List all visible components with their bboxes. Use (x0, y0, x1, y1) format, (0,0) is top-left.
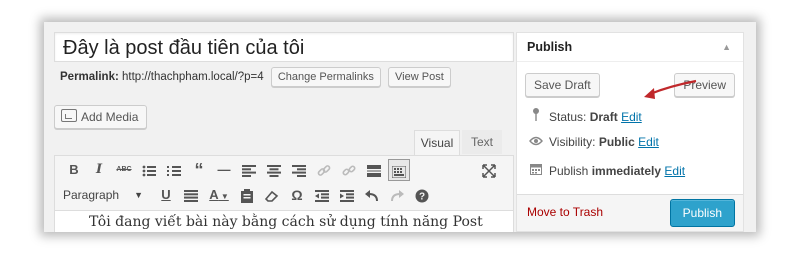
visibility-label: Visibility: (549, 135, 596, 149)
link-icon[interactable] (313, 159, 335, 181)
calendar-icon (529, 163, 543, 178)
publish-box-header: Publish ▲ (517, 33, 743, 62)
numbered-list-icon[interactable] (163, 159, 185, 181)
indent-icon[interactable] (336, 184, 358, 206)
redo-icon[interactable] (386, 184, 408, 206)
permalink-label: Permalink: (60, 71, 119, 84)
eraser-icon[interactable] (261, 184, 283, 206)
underline-icon[interactable]: U (155, 184, 177, 206)
special-character-icon[interactable]: Ω (286, 184, 308, 206)
align-center-icon[interactable] (263, 159, 285, 181)
annotation-arrow-icon (644, 79, 697, 99)
visibility-value: Public (598, 135, 635, 149)
eye-icon (529, 135, 543, 149)
strikethrough-icon[interactable]: ABC (113, 159, 135, 181)
horizontal-line-icon[interactable]: — (213, 159, 235, 181)
tab-visual[interactable]: Visual (414, 130, 460, 155)
pin-icon (529, 107, 543, 124)
add-media-button[interactable]: Add Media (54, 105, 148, 129)
schedule-edit-link[interactable]: Edit (664, 164, 685, 178)
text-color-icon[interactable]: A ▼ (205, 184, 233, 206)
fullscreen-icon[interactable] (478, 159, 500, 181)
unlink-icon[interactable] (338, 159, 360, 181)
publish-box-footer: Move to Trash Publish (517, 194, 743, 231)
editor-screen: Đây là post đầu tiên của tôi Permalink: … (44, 22, 756, 232)
status-edit-link[interactable]: Edit (621, 110, 642, 124)
publish-button[interactable]: Publish (669, 199, 735, 227)
tab-text[interactable]: Text (462, 130, 502, 154)
media-icon (61, 109, 77, 122)
undo-icon[interactable] (361, 184, 383, 206)
read-more-icon[interactable] (363, 159, 385, 181)
help-glyph: ? (419, 191, 425, 202)
status-label: Status: (549, 110, 587, 124)
status-value: Draft (589, 110, 618, 124)
move-to-trash-link[interactable]: Move to Trash (527, 205, 603, 219)
bullet-list-icon[interactable] (138, 159, 160, 181)
outdent-icon[interactable] (311, 184, 333, 206)
post-title-input[interactable]: Đây là post đầu tiên của tôi (54, 32, 514, 62)
add-media-label: Add Media (81, 110, 139, 124)
format-select[interactable]: Paragraph ▼ (63, 184, 149, 206)
permalink-url: http://thachpham.local/?p=4 (122, 71, 264, 84)
collapse-toggle-icon[interactable]: ▲ (722, 33, 731, 61)
publish-box: Publish ▲ Save Draft Preview Status: Dra… (516, 32, 744, 232)
chevron-down-icon: ▼ (134, 190, 143, 200)
bold-icon[interactable]: B (63, 159, 85, 181)
align-right-icon[interactable] (288, 159, 310, 181)
change-permalinks-button[interactable]: Change Permalinks (270, 67, 381, 87)
schedule-row: Publish immediately Edit (529, 163, 685, 178)
align-left-icon[interactable] (238, 159, 260, 181)
post-editor: B I ABC “ — Paragraph ▼ U A ▼ Ω ? Tôi đa… (54, 155, 514, 232)
blockquote-icon[interactable]: “ (188, 159, 210, 181)
justify-icon[interactable] (180, 184, 202, 206)
schedule-label: Publish (549, 164, 589, 178)
publish-box-title: Publish (527, 40, 573, 54)
visibility-row: Visibility: Public Edit (529, 135, 659, 149)
status-row: Status: Draft Edit (529, 107, 642, 124)
text-color-label: A (209, 187, 219, 202)
visibility-edit-link[interactable]: Edit (638, 135, 659, 149)
schedule-value: immediately (591, 164, 662, 178)
editor-toolbar: B I ABC “ — Paragraph ▼ U A ▼ Ω ? (55, 156, 513, 211)
help-icon[interactable]: ? (411, 184, 433, 206)
view-post-button[interactable]: View Post (388, 67, 451, 87)
toolbar-toggle-icon[interactable] (388, 159, 410, 181)
italic-icon[interactable]: I (88, 159, 110, 181)
permalink-row: Permalink: http://thachpham.local/?p=4 C… (60, 67, 451, 87)
paste-text-icon[interactable] (236, 184, 258, 206)
save-draft-button[interactable]: Save Draft (525, 73, 600, 97)
format-select-value: Paragraph (63, 188, 120, 202)
post-content-text[interactable]: Tôi đang viết bài này bằng cách sử dụng … (89, 214, 483, 230)
